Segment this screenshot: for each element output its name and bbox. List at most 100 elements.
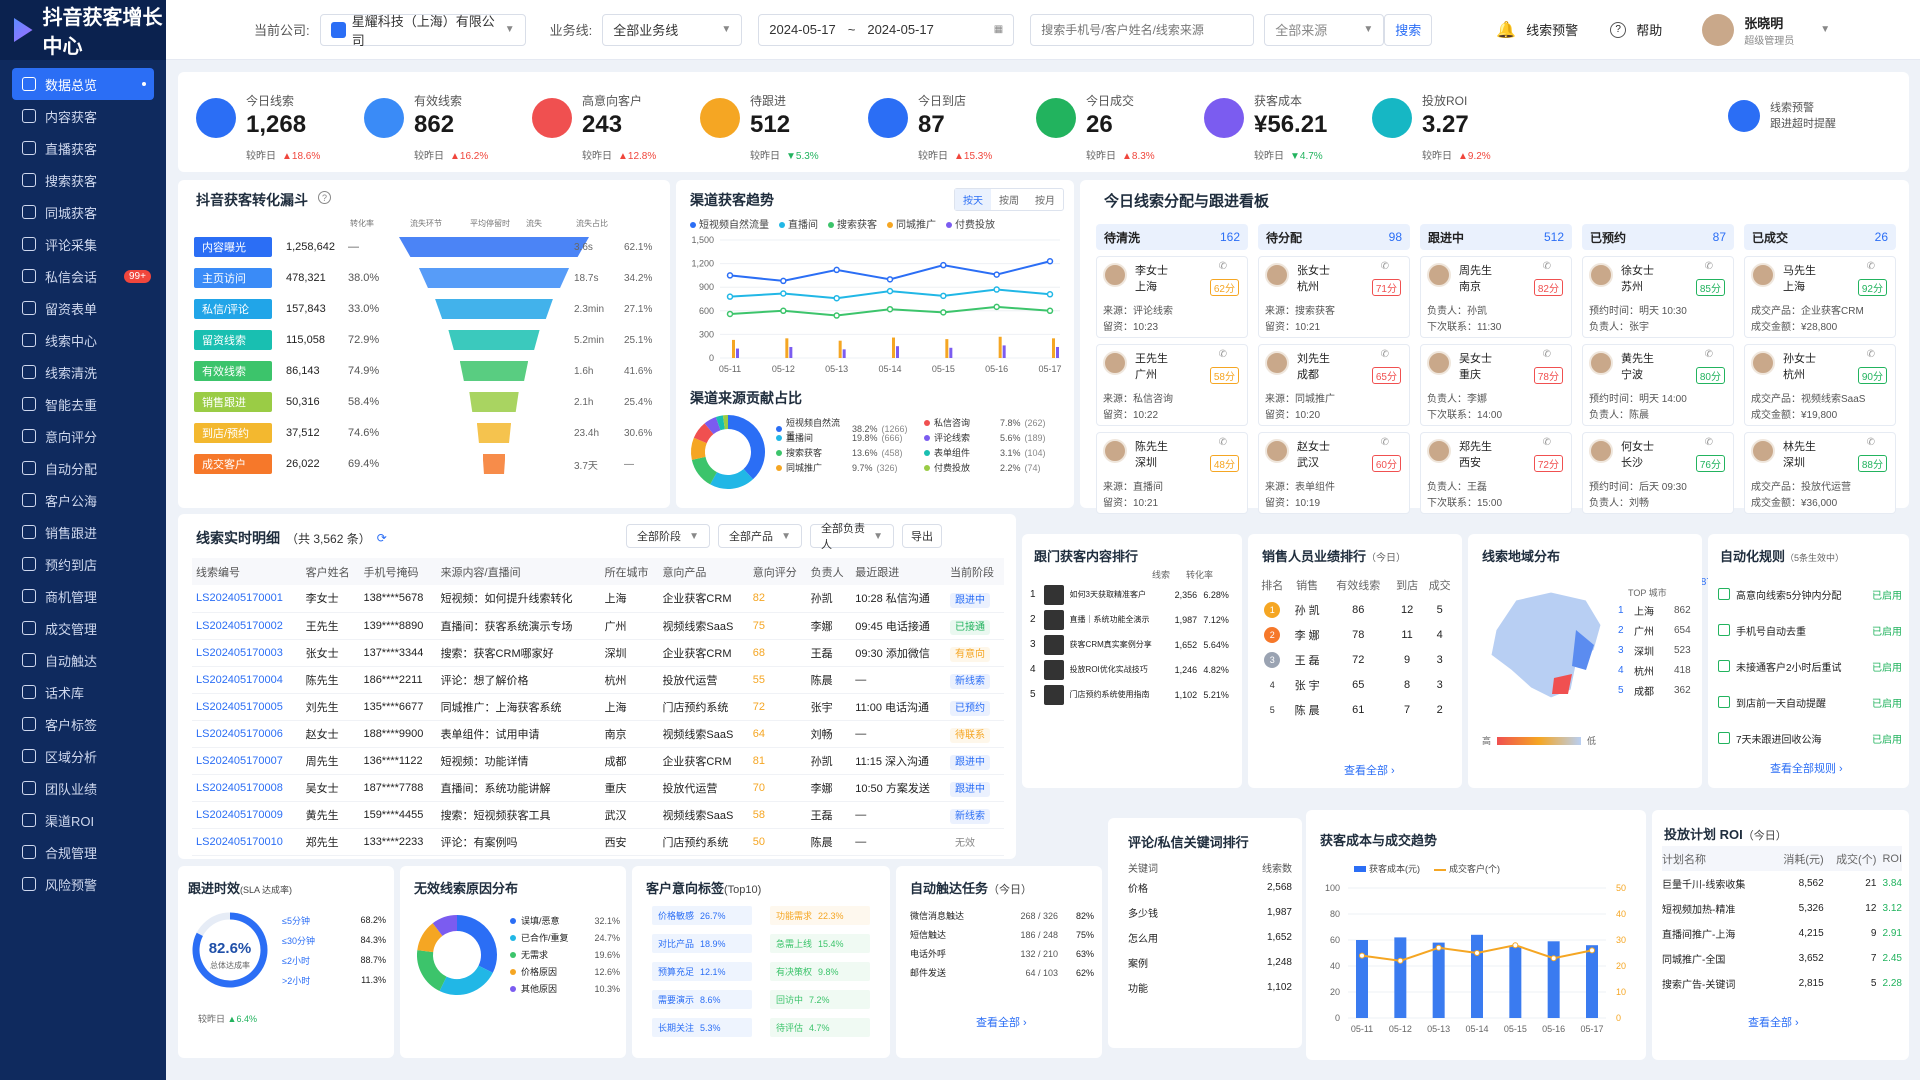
table-cell[interactable]: LS202405170009 xyxy=(192,801,302,828)
sidebar-item[interactable]: 区域分析 xyxy=(0,740,166,772)
company-select[interactable]: 星耀科技（上海）有限公司 ▼ xyxy=(319,13,526,48)
rule-status[interactable]: 已启用 xyxy=(1872,695,1902,710)
sales-rank-row[interactable]: 5 陈 晨 61 7 2 xyxy=(1256,697,1456,722)
table-cell[interactable]: LS202405170006 xyxy=(192,720,302,747)
table-row[interactable]: LS202405170003 张女士 137****3344 搜索：获客CRM哪家好 深… xyxy=(192,639,1004,666)
lead-card[interactable]: 何女士 长沙 ✆ 76分 预约时间：后天 09:30 负责人：刘畅 xyxy=(1582,432,1734,514)
lead-card[interactable]: 刘先生 成都 ✆ 65分 来源：同城推广 留资：10:20 xyxy=(1258,344,1410,426)
automation-rule[interactable]: 手机号自动去重 已启用 xyxy=(1718,612,1902,648)
sidebar-item[interactable]: 成交管理 xyxy=(0,612,166,644)
lead-card[interactable]: 孙女士 杭州 ✆ 90分 成交产品：视频线索SaaS 成交金额：¥19,800 xyxy=(1744,344,1896,426)
phone-icon[interactable]: ✆ xyxy=(1219,349,1227,360)
rule-status[interactable]: 已启用 xyxy=(1872,587,1902,602)
sidebar-item[interactable]: 自动分配 xyxy=(0,452,166,484)
content-rank-row[interactable]: 2 直播｜系统功能全演示 1,987 7.12% xyxy=(1030,607,1236,632)
refresh-icon[interactable]: ⟳ xyxy=(377,531,387,545)
content-rank-row[interactable]: 3 获客CRM真实案例分享 1,652 5.64% xyxy=(1030,632,1236,657)
content-rank-row[interactable]: 4 投放ROI优化实战技巧 1,246 4.82% xyxy=(1030,657,1236,682)
sidebar-item[interactable]: 智能去重 xyxy=(0,388,166,420)
kpi-extra[interactable]: 线索预警 跟进超时提醒 xyxy=(1728,96,1836,132)
table-row[interactable]: LS202405170002 王先生 139****8890 直播间：获客系统演示专场… xyxy=(192,612,1004,639)
sidebar-item[interactable]: 自动触达 xyxy=(0,644,166,676)
phone-icon[interactable]: ✆ xyxy=(1543,261,1551,272)
trend-tab[interactable]: 按月 xyxy=(1027,189,1063,210)
content-rank-row[interactable]: 1 如何3天获取精准客户 2,356 6.28% xyxy=(1030,582,1236,607)
sales-rank-row[interactable]: 4 张 宇 65 8 3 xyxy=(1256,672,1456,697)
intent-tag[interactable]: 预算充足 12.1% xyxy=(652,962,752,981)
intent-tag[interactable]: 长期关注 5.3% xyxy=(652,1018,752,1037)
phone-icon[interactable]: ✆ xyxy=(1381,261,1389,272)
lead-card[interactable]: 郑先生 西安 ✆ 72分 负责人：王磊 下次联系：15:00 xyxy=(1420,432,1572,514)
lead-card[interactable]: 马先生 上海 ✆ 92分 成交产品：企业获客CRM 成交金额：¥28,800 xyxy=(1744,256,1896,338)
lead-card[interactable]: 王先生 广州 ✆ 58分 来源：私信咨询 留资：10:22 xyxy=(1096,344,1248,426)
sidebar-item[interactable]: 内容获客 xyxy=(0,100,166,132)
sidebar-item[interactable]: 私信会话 99+ xyxy=(0,260,166,292)
sidebar-item[interactable]: 渠道ROI xyxy=(0,804,166,836)
bell-icon[interactable]: 🔔 xyxy=(1496,20,1516,40)
date-range-picker[interactable]: 2024-05-17 ~2024-05-17 ▦ xyxy=(758,13,1015,46)
sidebar-item[interactable]: 数据总览 xyxy=(12,68,154,100)
lead-card[interactable]: 徐女士 苏州 ✆ 85分 预约时间：明天 10:30 负责人：张宇 xyxy=(1582,256,1734,338)
automation-rule[interactable]: 到店前一天自动提醒 已启用 xyxy=(1718,684,1902,720)
lead-card[interactable]: 陈先生 深圳 ✆ 48分 来源：直播间 留资：10:21 xyxy=(1096,432,1248,514)
alert-link[interactable]: 线索预警 xyxy=(1526,20,1578,39)
roi-row[interactable]: 短视频加热-精准 5,326 12 3.12 xyxy=(1662,896,1902,921)
funnel-row[interactable]: 主页访问 478,321 38.0% 18.7s 34.2% xyxy=(194,263,652,293)
help-icon[interactable]: ? xyxy=(1610,21,1627,38)
table-row[interactable]: LS202405170007 周先生 136****1122 短视频：功能详情 成都 企业… xyxy=(192,747,1004,774)
phone-icon[interactable]: ✆ xyxy=(1381,437,1389,448)
sidebar-item[interactable]: 直播获客 xyxy=(0,132,166,164)
leads-filter-select[interactable]: 全部产品 ▼ xyxy=(718,524,802,548)
table-row[interactable]: LS202405170006 赵女士 188****9900 表单组件：试用申请 南京 视… xyxy=(192,720,1004,747)
leads-filter-select[interactable]: 全部阶段 ▼ xyxy=(626,524,710,548)
kpi-card[interactable]: 高意向客户 243 较昨日 ▲12.8% xyxy=(532,88,656,162)
rule-status[interactable]: 已启用 xyxy=(1872,731,1902,746)
sales-rank-row[interactable]: 2 李 娜 78 11 4 xyxy=(1256,622,1456,647)
table-cell[interactable]: LS202405170003 xyxy=(192,639,302,666)
kanban-column-header[interactable]: 待清洗 162 xyxy=(1096,224,1248,250)
leads-filter-select[interactable]: 全部负责人 ▼ xyxy=(810,523,894,551)
sidebar-item[interactable]: 线索清洗 xyxy=(0,356,166,388)
roi-row[interactable]: 直播间推广-上海 4,215 9 2.91 xyxy=(1662,921,1902,946)
lead-card[interactable]: 吴女士 重庆 ✆ 78分 负责人：李娜 下次联系：14:00 xyxy=(1420,344,1572,426)
phone-icon[interactable]: ✆ xyxy=(1219,261,1227,272)
info-icon[interactable]: ? xyxy=(318,191,331,204)
table-row[interactable]: LS202405170001 李女士 138****5678 短视频：如何提升线索转化… xyxy=(192,585,1004,612)
intent-tag[interactable]: 回访中 7.2% xyxy=(770,990,870,1009)
table-cell[interactable]: LS202405170004 xyxy=(192,666,302,693)
intent-tag[interactable]: 有决策权 9.8% xyxy=(770,962,870,981)
sidebar-item[interactable]: 商机管理 xyxy=(0,580,166,612)
content-rank-row[interactable]: 5 门店预约系统使用指南 1,102 5.21% xyxy=(1030,682,1236,707)
roi-more-link[interactable]: 查看全部 › xyxy=(1748,1014,1799,1030)
funnel-row[interactable]: 留资线索 115,058 72.9% 5.2min 25.1% xyxy=(194,325,652,355)
intent-tag[interactable]: 待评估 4.7% xyxy=(770,1018,870,1037)
keyword-row[interactable]: 怎么用 1,652 xyxy=(1128,925,1292,950)
export-button[interactable]: 导出 xyxy=(902,524,942,548)
automation-rule[interactable]: 高意向线索5分钟内分配 已启用 xyxy=(1718,576,1902,612)
phone-icon[interactable]: ✆ xyxy=(1705,437,1713,448)
chevron-down-icon[interactable]: ▼ xyxy=(1820,24,1830,35)
keyword-row[interactable]: 功能 1,102 xyxy=(1128,975,1292,1000)
table-cell[interactable]: LS202405170001 xyxy=(192,585,302,612)
lead-card[interactable]: 张女士 杭州 ✆ 71分 来源：搜索获客 留资：10:21 xyxy=(1258,256,1410,338)
automation-rule[interactable]: 7天未跟进回收公海 已启用 xyxy=(1718,720,1902,756)
phone-icon[interactable]: ✆ xyxy=(1867,349,1875,360)
avatar[interactable] xyxy=(1702,13,1735,46)
sidebar-item[interactable]: 客户标签 xyxy=(0,708,166,740)
kpi-card[interactable]: 获客成本 ¥56.21 较昨日 ▼4.7% xyxy=(1204,88,1327,162)
table-cell[interactable]: LS202405170005 xyxy=(192,693,302,720)
phone-icon[interactable]: ✆ xyxy=(1867,261,1875,272)
intent-tag[interactable]: 对比产品 18.9% xyxy=(652,934,752,953)
touch-more-link[interactable]: 查看全部 › xyxy=(976,1014,1027,1030)
lead-card[interactable]: 黄先生 宁波 ✆ 80分 预约时间：明天 14:00 负责人：陈晨 xyxy=(1582,344,1734,426)
search-button[interactable]: 搜索 xyxy=(1384,13,1433,46)
trend-tab[interactable]: 按周 xyxy=(991,189,1027,210)
trend-tab[interactable]: 按天 xyxy=(955,189,991,210)
sidebar-item[interactable]: 客户公海 xyxy=(0,484,166,516)
kpi-card[interactable]: 今日线索 1,268 较昨日 ▲18.6% xyxy=(196,88,320,162)
funnel-row[interactable]: 成交客户 26,022 69.4% 3.7天 — xyxy=(194,449,634,479)
table-cell[interactable]: LS202405170010 xyxy=(192,828,302,855)
kpi-card[interactable]: 有效线索 862 较昨日 ▲16.2% xyxy=(364,88,488,162)
roi-row[interactable]: 搜索广告-关键词 2,815 5 2.28 xyxy=(1662,971,1902,996)
sidebar-item[interactable]: 意向评分 xyxy=(0,420,166,452)
